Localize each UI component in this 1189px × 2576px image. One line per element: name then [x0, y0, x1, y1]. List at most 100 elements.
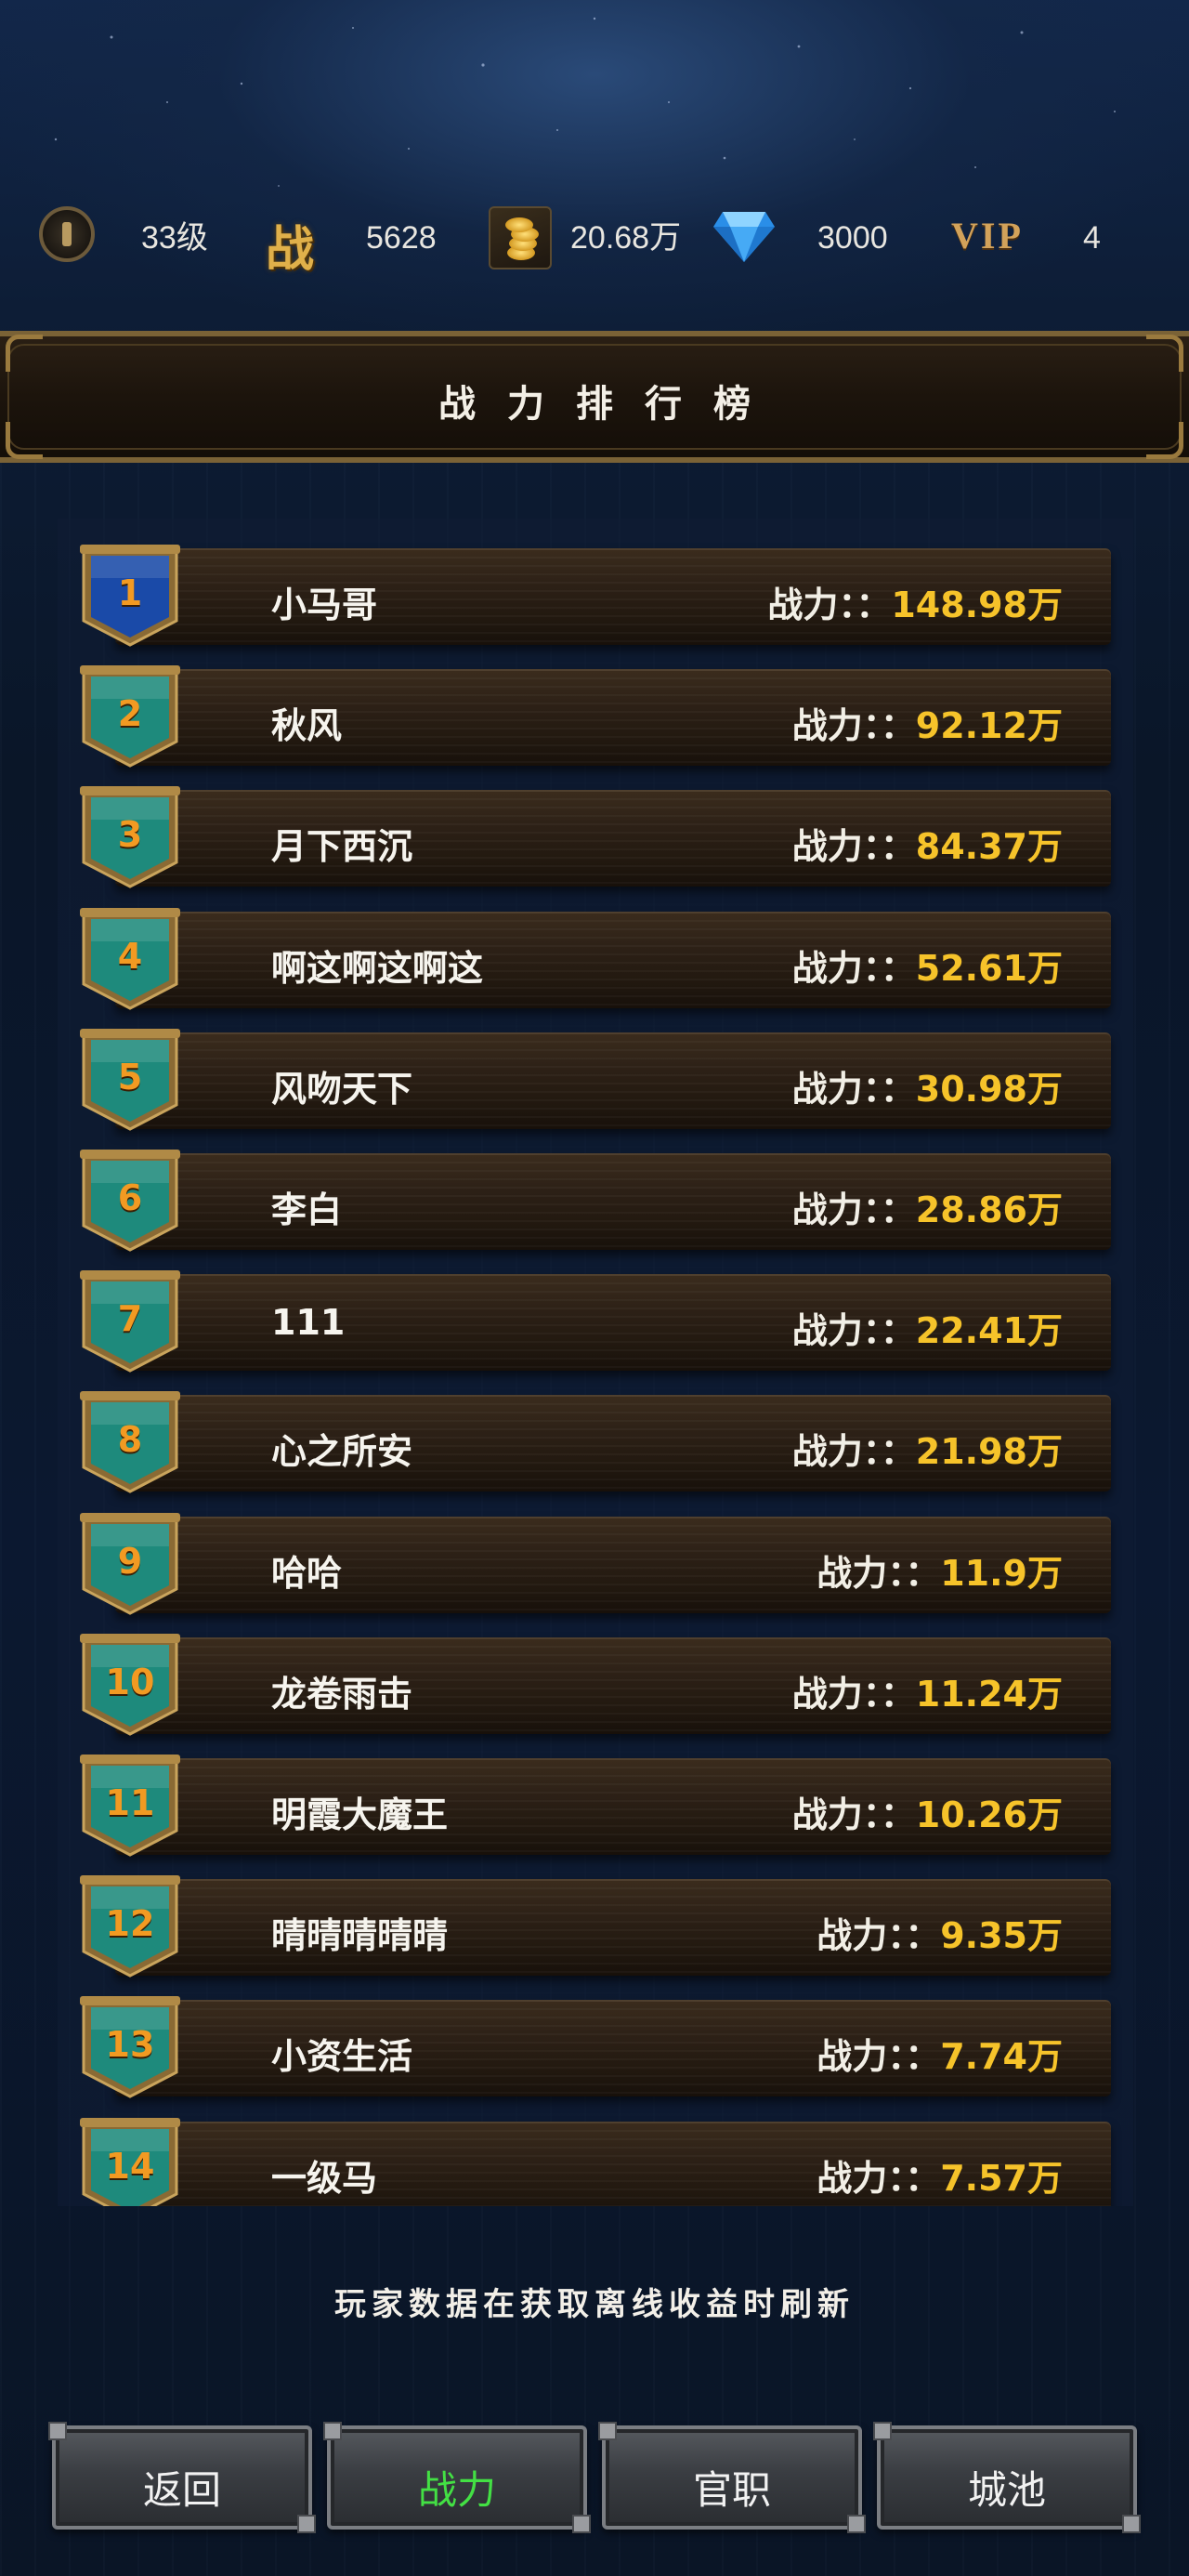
rank-shield-icon: 7 — [78, 1267, 182, 1374]
rank-shield-icon: 13 — [78, 1992, 182, 2100]
player-gold: 20.68万 — [570, 220, 682, 256]
ranking-row[interactable]: 14 一级马 战力：：7.57万 — [78, 2114, 1111, 2206]
player-power-stat: 战力：：84.37万 — [792, 818, 1063, 869]
ranking-row[interactable]: 9 哈哈 战力：：11.9万 — [78, 1509, 1111, 1615]
rank-number: 13 — [105, 2024, 155, 2066]
player-level: 33级 — [141, 220, 208, 256]
player-name: 111 — [271, 1302, 346, 1344]
player-name: 明霞大魔王 — [271, 1794, 449, 1835]
tab-official[interactable]: 官职 — [598, 2422, 866, 2533]
power-value: 84.37万 — [915, 826, 1063, 868]
ranking-row[interactable]: 5 风吻天下 战力：：30.98万 — [78, 1025, 1111, 1131]
player-name: 一级马 — [271, 2157, 378, 2199]
rank-number: 8 — [117, 1419, 143, 1461]
rank-number: 5 — [117, 1056, 143, 1097]
rank-number: 14 — [105, 2145, 155, 2187]
player-power-stat: 战力：：9.35万 — [817, 1907, 1063, 1958]
ranking-row[interactable]: 2 秋风 战力：：92.12万 — [78, 662, 1111, 768]
rank-number: 12 — [105, 1903, 155, 1945]
player-gems: 3000 — [817, 220, 888, 256]
rank-shield-icon: 9 — [78, 1509, 182, 1617]
tab-power-label: 战力 — [417, 2467, 496, 2513]
player-name: 心之所安 — [271, 1431, 413, 1473]
power-value: 52.61万 — [915, 947, 1063, 989]
power-label: 战力：： — [791, 1794, 916, 1835]
power-label: 战力：： — [817, 2036, 941, 2078]
ranking-list[interactable]: 1 小马哥 战力：：148.98万 2 秋风 战力：：92.12万 3 月下西沉 战力：：84.… — [58, 519, 1133, 2206]
power-value: 21.98万 — [915, 1431, 1063, 1473]
rank-shield-icon: 1 — [78, 541, 182, 649]
page-title: 战力排行榜 — [438, 383, 782, 426]
vip-level: 4 — [1083, 220, 1101, 256]
power-value: 30.98万 — [915, 1068, 1063, 1110]
rank-shield-icon: 4 — [78, 904, 182, 1012]
player-name: 晴晴晴晴晴 — [271, 1915, 449, 1957]
power-label: 战力：： — [791, 1431, 916, 1473]
rank-shield-icon: 14 — [78, 2114, 182, 2206]
player-name: 风吻天下 — [271, 1068, 413, 1110]
player-name: 月下西沉 — [271, 826, 413, 868]
player-power-stat: 战力：：10.26万 — [792, 1786, 1063, 1837]
power-label: 战力：： — [791, 826, 916, 868]
ranking-row[interactable]: 8 心之所安 战力：：21.98万 — [78, 1387, 1111, 1494]
power-label: 战力：： — [817, 2157, 941, 2199]
power-value: 148.98万 — [891, 585, 1063, 625]
rank-shield-icon: 12 — [78, 1872, 182, 1979]
tab-power[interactable]: 战力 — [323, 2422, 591, 2533]
player-power-stat: 战力：：92.12万 — [792, 697, 1063, 748]
power-value: 11.9万 — [940, 1552, 1063, 1594]
power-label: 战力：： — [817, 1552, 941, 1594]
rank-shield-icon: 3 — [78, 782, 182, 890]
power-label: 战力：： — [791, 1673, 916, 1715]
player-name: 小马哥 — [271, 585, 378, 625]
tab-city[interactable]: 城池 — [873, 2422, 1141, 2533]
power-value: 11.24万 — [915, 1673, 1063, 1715]
power-value: 7.57万 — [940, 2157, 1063, 2199]
power-value: 22.41万 — [915, 1310, 1063, 1352]
player-power-stat: 战力：：7.74万 — [817, 2028, 1063, 2079]
vip-label: VIP — [951, 215, 1024, 256]
back-button-label: 返回 — [142, 2467, 221, 2513]
rank-number: 4 — [117, 935, 143, 977]
rank-number: 2 — [117, 693, 143, 735]
gold-coins-icon — [489, 206, 552, 269]
ranking-row[interactable]: 1 小马哥 战力：：148.98万 — [78, 541, 1111, 647]
title-banner: 战力排行榜 — [0, 331, 1189, 463]
rank-number: 7 — [117, 1298, 143, 1340]
power-label: 战力：： — [791, 1310, 916, 1352]
tab-city-label: 城池 — [967, 2467, 1046, 2513]
ranking-row[interactable]: 3 月下西沉 战力：：84.37万 — [78, 782, 1111, 890]
power-label: 战力：： — [817, 1915, 941, 1957]
power-value: 10.26万 — [915, 1794, 1063, 1835]
rank-number: 1 — [117, 572, 143, 613]
ranking-row[interactable]: 13 小资生活 战力：：7.74万 — [78, 1992, 1111, 2100]
player-name: 啊这啊这啊这 — [271, 947, 484, 989]
player-name: 秋风 — [271, 705, 343, 747]
power-value: 7.74万 — [940, 2036, 1063, 2078]
player-power-stat: 战力：：28.86万 — [792, 1181, 1063, 1232]
player-power-stat: 战力：：7.57万 — [817, 2149, 1063, 2201]
rank-shield-icon: 10 — [78, 1630, 182, 1738]
ranking-row[interactable]: 6 李白 战力：：28.86万 — [78, 1146, 1111, 1252]
ranking-row[interactable]: 11 明霞大魔王 战力：：10.26万 — [78, 1751, 1111, 1857]
rank-number: 11 — [105, 1782, 155, 1823]
status-bar: 33级 战 5628 20.68万 3000 VIP 4 — [0, 186, 1189, 297]
ranking-row[interactable]: 10 龙卷雨击 战力：：11.24万 — [78, 1630, 1111, 1736]
level-emblem-icon — [39, 206, 98, 266]
power-value: 28.86万 — [915, 1189, 1063, 1230]
ranking-row[interactable]: 4 啊这啊这啊这 战力：：52.61万 — [78, 904, 1111, 1010]
player-power-stat: 战力：：11.24万 — [792, 1665, 1063, 1716]
player-power-stat: 战力：：21.98万 — [792, 1423, 1063, 1474]
ranking-row[interactable]: 7 111 战力：：22.41万 — [78, 1267, 1111, 1373]
player-name: 小资生活 — [271, 2036, 413, 2078]
back-button[interactable]: 返回 — [48, 2422, 316, 2533]
rank-shield-icon: 2 — [78, 662, 182, 769]
player-power-stat: 战力：：22.41万 — [792, 1302, 1063, 1353]
power-label: 战力：： — [791, 947, 916, 989]
ranking-row[interactable]: 12 晴晴晴晴晴 战力：：9.35万 — [78, 1872, 1111, 1978]
tab-official-label: 官职 — [692, 2467, 771, 2513]
power-label: 战力：： — [791, 705, 916, 747]
rank-number: 3 — [117, 814, 143, 856]
rank-shield-icon: 5 — [78, 1025, 182, 1133]
power-label: 战力：： — [791, 1189, 916, 1230]
